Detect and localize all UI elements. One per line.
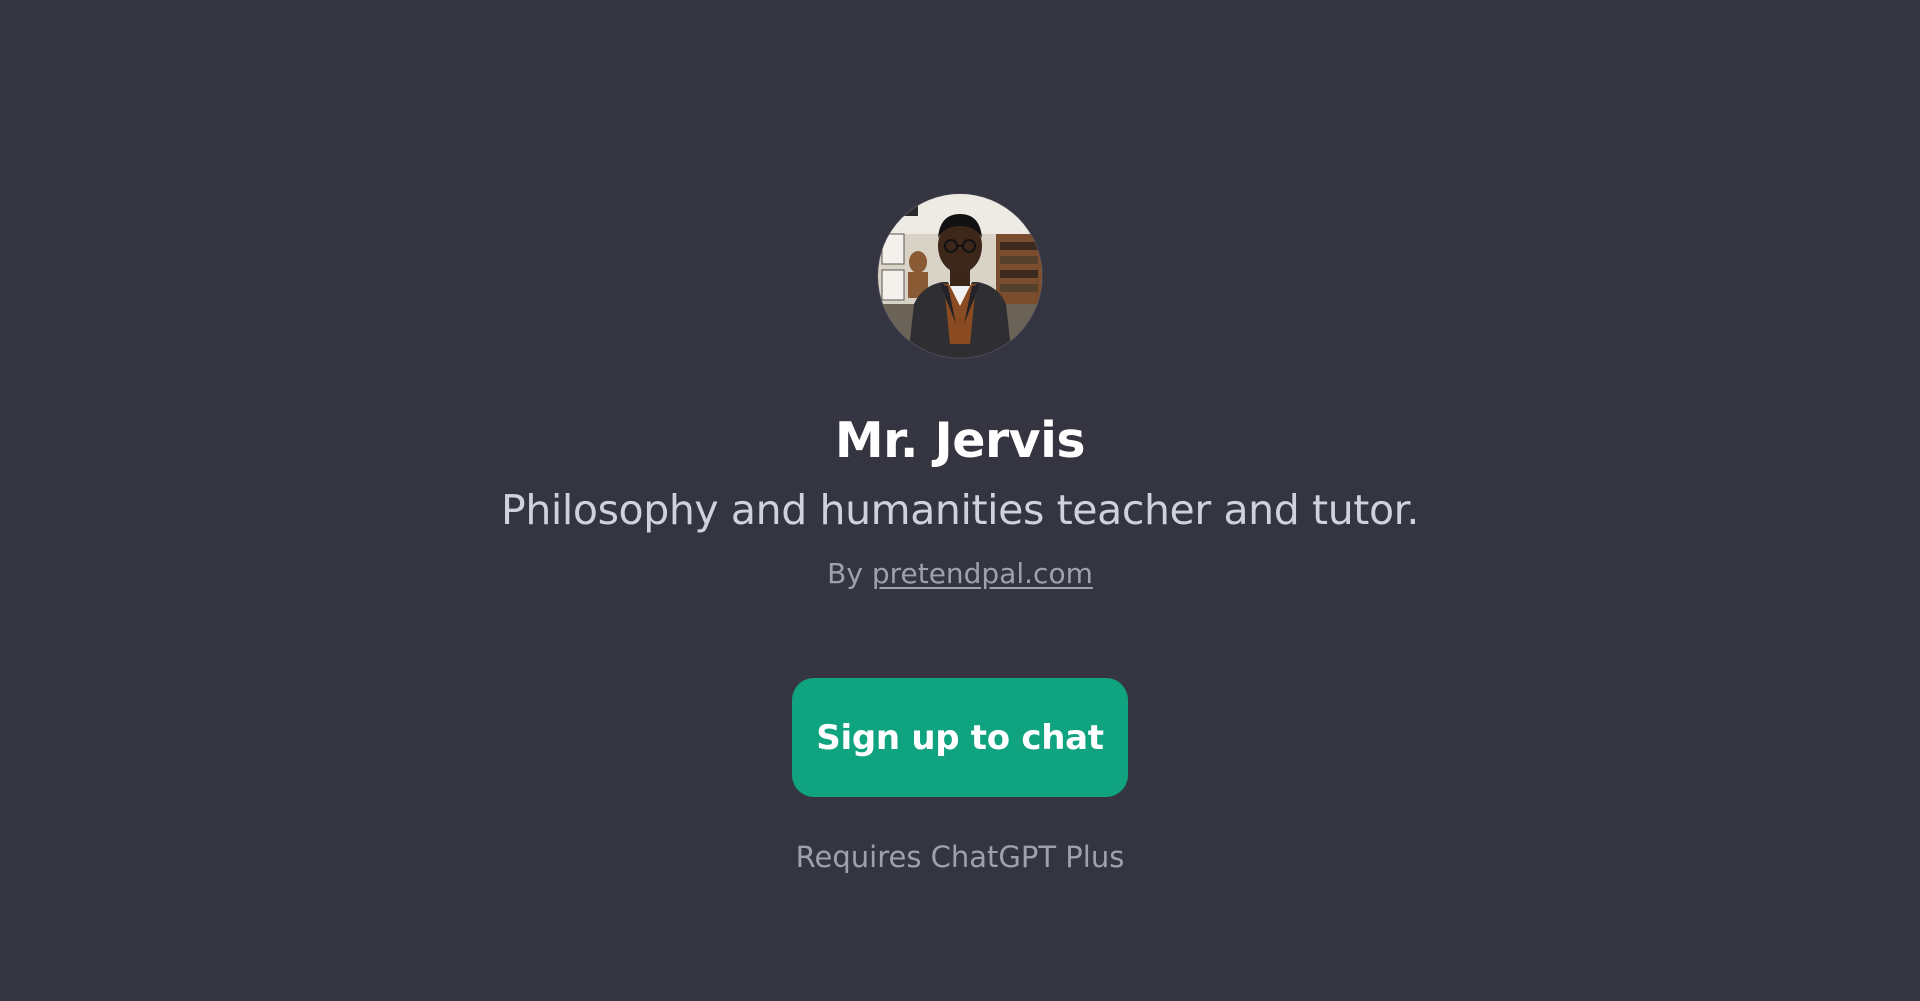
byline-prefix: By: [827, 557, 863, 590]
requires-plus-note: Requires ChatGPT Plus: [795, 840, 1125, 874]
avatar-portrait-icon: [878, 194, 1042, 358]
gpt-avatar: [878, 194, 1042, 358]
gpt-description: Philosophy and humanities teacher and tu…: [501, 486, 1419, 534]
author-link[interactable]: pretendpal.com: [872, 557, 1093, 590]
gpt-title: Mr. Jervis: [834, 412, 1086, 469]
gpt-author-byline: By pretendpal.com: [0, 554, 1920, 594]
gpt-landing-page: Mr. Jervis Philosophy and humanities tea…: [0, 0, 1920, 1001]
sign-up-to-chat-button[interactable]: Sign up to chat: [792, 678, 1128, 797]
